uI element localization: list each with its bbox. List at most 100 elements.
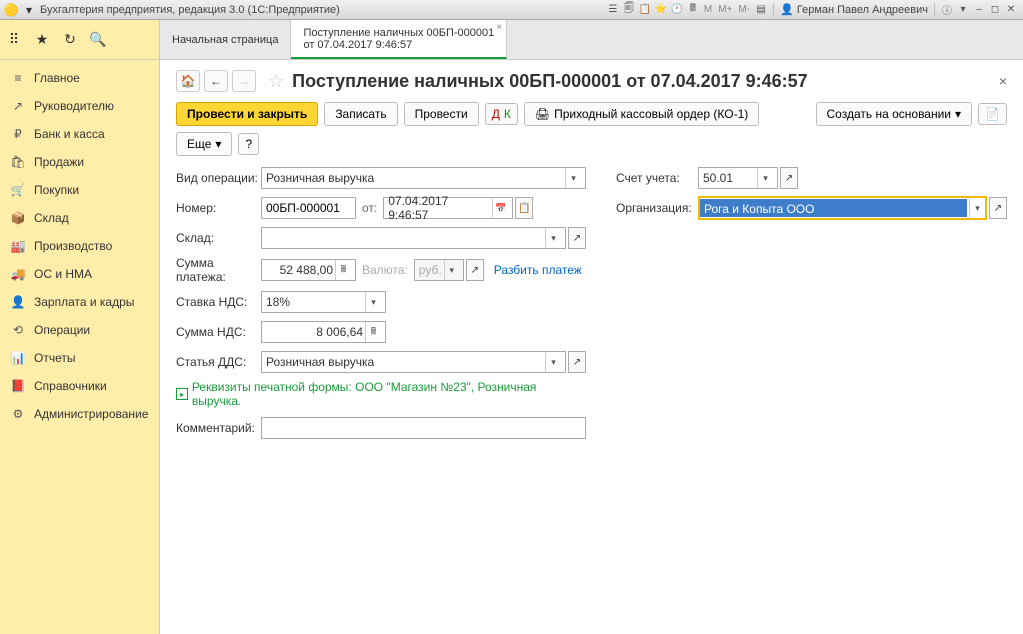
- minimize-icon[interactable]: –: [971, 3, 987, 17]
- date-input[interactable]: 07.04.2017 9:46:57 📅: [383, 197, 513, 219]
- sidebar-topbar: ⠿ ★ ↻ 🔍: [0, 20, 159, 60]
- vat-rate-select[interactable]: 18% ▾: [261, 291, 386, 313]
- post-button[interactable]: Провести: [404, 102, 479, 126]
- tb-icon-3[interactable]: 📋: [637, 3, 653, 17]
- document-area: 🏠 ← → ☆ Поступление наличных 00БП-000001…: [160, 60, 1023, 634]
- nav-operations[interactable]: ⟲Операции: [0, 316, 159, 344]
- tab-line1: Поступление наличных 00БП-000001: [303, 27, 494, 39]
- dropdown-icon[interactable]: ▾: [22, 3, 36, 17]
- open-currency-button[interactable]: ↗: [466, 259, 484, 281]
- op-type-select[interactable]: Розничная выручка ▾: [261, 167, 586, 189]
- search-icon[interactable]: 🔍: [86, 28, 110, 52]
- toolbar: Провести и закрыть Записать Провести ДК …: [176, 102, 1007, 156]
- tb-icon-list[interactable]: ▤: [753, 3, 769, 17]
- nav-admin[interactable]: ⚙Администрирование: [0, 400, 159, 428]
- close-window-icon[interactable]: ✕: [1003, 3, 1019, 17]
- number-input[interactable]: [261, 197, 356, 219]
- nav-manager[interactable]: ↗Руководителю: [0, 92, 159, 120]
- document-close-icon[interactable]: ×: [999, 73, 1007, 89]
- tb-icon-calc[interactable]: 🖩: [685, 3, 701, 17]
- favorite-star-icon[interactable]: ☆: [268, 71, 284, 92]
- tb-icon-5[interactable]: 🕐: [669, 3, 685, 17]
- nav-label: Склад: [34, 211, 69, 225]
- home-button[interactable]: 🏠: [176, 70, 200, 92]
- tab-start[interactable]: Начальная страница: [160, 20, 291, 59]
- mem-mplus[interactable]: M+: [715, 4, 735, 15]
- star-icon[interactable]: ★: [30, 28, 54, 52]
- nav-label: ОС и НМА: [34, 267, 92, 281]
- nav-salary[interactable]: 👤Зарплата и кадры: [0, 288, 159, 316]
- open-account-button[interactable]: ↗: [780, 167, 798, 189]
- post-and-close-button[interactable]: Провести и закрыть: [176, 102, 318, 126]
- maximize-icon[interactable]: ◻: [987, 3, 1003, 17]
- account-label: Счет учета:: [616, 171, 698, 185]
- nav-label: Продажи: [34, 155, 84, 169]
- nav-sales[interactable]: 🛍 Продажи: [0, 148, 159, 176]
- app-icon-1c: 🟡: [4, 3, 18, 17]
- chevron-down-icon[interactable]: ▾: [565, 168, 581, 188]
- warehouse-label: Склад:: [176, 231, 261, 245]
- nav-directories[interactable]: 📕Справочники: [0, 372, 159, 400]
- debit-credit-button[interactable]: ДК: [485, 103, 518, 125]
- vat-rate-label: Ставка НДС:: [176, 295, 261, 309]
- dropdown-icon-2[interactable]: ▾: [955, 3, 971, 17]
- write-button[interactable]: Записать: [324, 102, 397, 126]
- doc-state-icon[interactable]: 📋: [515, 197, 533, 219]
- chevron-down-icon[interactable]: ▾: [545, 352, 561, 372]
- expand-arrow-icon[interactable]: ▸: [176, 388, 188, 400]
- info-icon[interactable]: ⓘ: [939, 3, 955, 17]
- help-button[interactable]: ?: [238, 133, 259, 155]
- nav-label: Банк и касса: [34, 127, 105, 141]
- mem-mminus[interactable]: M-: [735, 4, 753, 15]
- chevron-down-icon[interactable]: ▾: [545, 228, 561, 248]
- tb-icon-4[interactable]: ⭐: [653, 3, 669, 17]
- sum-label: Сумма платежа:: [176, 256, 261, 284]
- open-warehouse-button[interactable]: ↗: [568, 227, 586, 249]
- chevron-down-icon: ▾: [215, 137, 221, 151]
- organization-value: Рога и Копыта ООО: [700, 199, 967, 217]
- tab-document[interactable]: Поступление наличных 00БП-000001 от 07.0…: [291, 20, 507, 59]
- op-type-label: Вид операции:: [176, 171, 261, 185]
- tb-icon-1[interactable]: ☰: [605, 3, 621, 17]
- nav-label: Покупки: [34, 183, 79, 197]
- calculator-icon[interactable]: 🖩: [335, 260, 351, 280]
- open-dds-button[interactable]: ↗: [568, 351, 586, 373]
- number-label: Номер:: [176, 201, 261, 215]
- report-button[interactable]: 📄: [978, 103, 1007, 125]
- nav-purchases[interactable]: 🛒Покупки: [0, 176, 159, 204]
- bag-icon: 🛍: [10, 154, 26, 170]
- tb-icon-2[interactable]: 🗐: [621, 3, 637, 17]
- calculator-icon[interactable]: 🖩: [365, 322, 381, 342]
- split-payment-link[interactable]: Разбить платеж: [494, 263, 582, 277]
- open-organization-button[interactable]: ↗: [989, 197, 1007, 219]
- back-button[interactable]: ←: [204, 70, 228, 92]
- sidebar: ⠿ ★ ↻ 🔍 ≡Главное ↗Руководителю ₽Банк и к…: [0, 20, 160, 634]
- organization-select[interactable]: Рога и Копыта ООО ▾: [698, 196, 987, 220]
- vat-sum-input[interactable]: 8 006,64 🖩: [261, 321, 386, 343]
- comment-input[interactable]: [261, 417, 586, 439]
- nav-warehouse[interactable]: 📦Склад: [0, 204, 159, 232]
- tab-close-icon[interactable]: ×: [496, 22, 502, 33]
- sum-input[interactable]: 52 488,00 🖩: [261, 259, 356, 281]
- chevron-down-icon[interactable]: ▾: [365, 292, 381, 312]
- nav-bank[interactable]: ₽Банк и касса: [0, 120, 159, 148]
- chevron-down-icon[interactable]: ▾: [757, 168, 773, 188]
- nav-production[interactable]: 🏭Производство: [0, 232, 159, 260]
- mem-m[interactable]: M: [701, 4, 715, 15]
- history-icon[interactable]: ↻: [58, 28, 82, 52]
- nav-main[interactable]: ≡Главное: [0, 64, 159, 92]
- warehouse-select[interactable]: ▾: [261, 227, 566, 249]
- more-button[interactable]: Еще ▾: [176, 132, 232, 156]
- forward-button[interactable]: →: [232, 70, 256, 92]
- calendar-icon[interactable]: 📅: [492, 198, 508, 218]
- chevron-down-icon[interactable]: ▾: [969, 198, 985, 218]
- dds-select[interactable]: Розничная выручка ▾: [261, 351, 566, 373]
- account-select[interactable]: 50.01 ▾: [698, 167, 778, 189]
- print-button[interactable]: 🖨Приходный кассовый ордер (КО-1): [524, 102, 759, 126]
- create-based-on-button[interactable]: Создать на основании ▾: [816, 102, 973, 126]
- document-title: Поступление наличных 00БП-000001 от 07.0…: [292, 71, 999, 92]
- nav-assets[interactable]: 🚚ОС и НМА: [0, 260, 159, 288]
- requisites-link[interactable]: Реквизиты печатной формы: ООО "Магазин №…: [192, 380, 586, 408]
- nav-reports[interactable]: 📊Отчеты: [0, 344, 159, 372]
- apps-icon[interactable]: ⠿: [2, 28, 26, 52]
